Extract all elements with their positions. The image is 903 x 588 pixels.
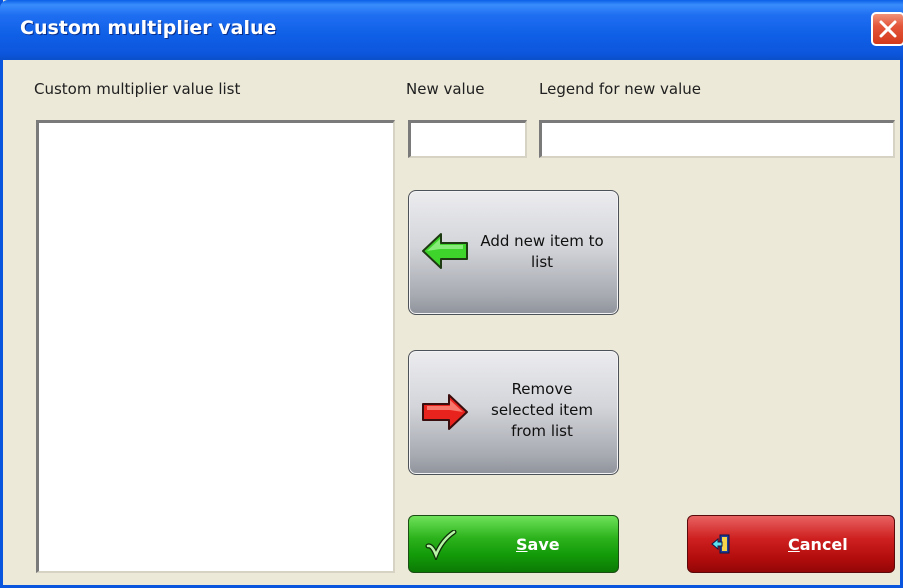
green-left-arrow-icon [422, 233, 468, 269]
cancel-button[interactable]: Cancel [687, 515, 895, 573]
dialog-window: Custom multiplier value Custom multiplie… [0, 0, 903, 588]
checkmark-icon [425, 530, 457, 560]
title-bar[interactable]: Custom multiplier value [0, 0, 903, 60]
dialog-title: Custom multiplier value [20, 17, 277, 39]
save-label: Save [516, 535, 560, 554]
value-listbox[interactable] [36, 120, 395, 573]
remove-item-label: Remove selected item from list [491, 380, 593, 440]
cancel-label: Cancel [788, 535, 848, 554]
save-button[interactable]: Save [408, 515, 619, 573]
exit-door-icon [711, 534, 730, 554]
add-item-label: Add new item to list [480, 232, 604, 271]
add-item-button[interactable]: Add new item to list [408, 190, 619, 315]
list-label: Custom multiplier value list [34, 80, 241, 98]
new-value-label: New value [406, 80, 485, 98]
close-button[interactable] [871, 12, 903, 46]
remove-item-button[interactable]: Remove selected item from list [408, 350, 619, 475]
red-right-arrow-icon [422, 394, 468, 430]
new-value-input[interactable] [408, 120, 527, 158]
close-icon [879, 20, 897, 38]
legend-label: Legend for new value [539, 80, 702, 98]
legend-input[interactable] [539, 120, 895, 158]
